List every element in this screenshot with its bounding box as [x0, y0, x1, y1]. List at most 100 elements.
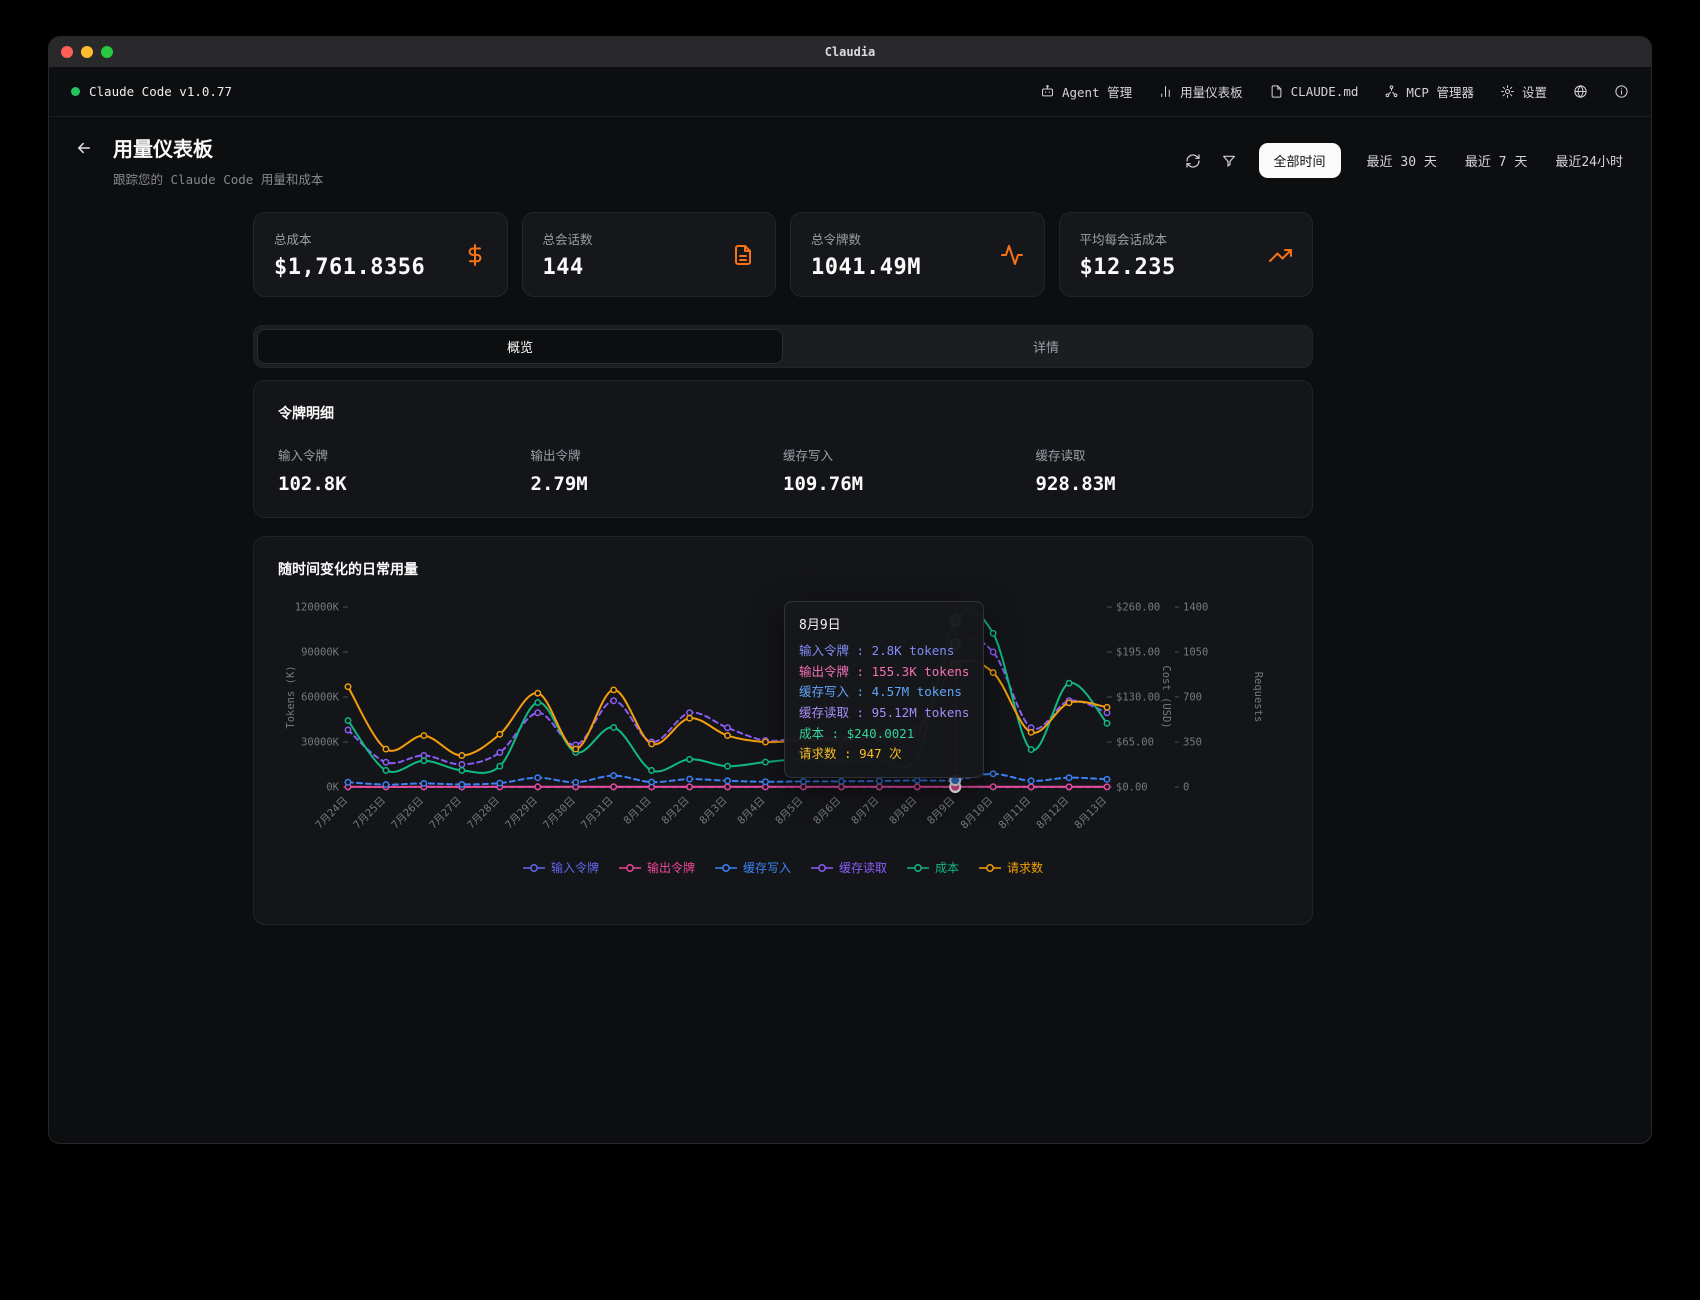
minimize-window-button[interactable]: [81, 46, 93, 58]
usage-chart[interactable]: 0K30000K60000K90000K120000K$0.00$65.00$1…: [278, 595, 1288, 847]
usage-chart-card: 随时间变化的日常用量 0K30000K60000K90000K120000K$0…: [253, 536, 1313, 925]
page-header: 用量仪表板 跟踪您的 Claude Code 用量和成本 全部时间 最近 30 …: [49, 117, 1651, 200]
x-axis-tick-label: 8月11日: [996, 795, 1033, 832]
token-item-output: 输出令牌 2.79M: [531, 445, 784, 495]
nav-label: 用量仪表板: [1180, 82, 1243, 101]
series-point-cost: [990, 631, 995, 636]
tooltip-row-cost: 成本 : $240.0021: [799, 724, 969, 745]
series-point-output-tokens: [687, 784, 692, 789]
left-axis-tick-label: 60000K: [301, 692, 340, 704]
traffic-lights: [49, 46, 113, 58]
token-label: 输出令牌: [531, 445, 784, 464]
legend-item-cost[interactable]: 成本: [907, 859, 959, 876]
x-axis-tick-label: 7月28日: [465, 795, 502, 832]
time-range-30d[interactable]: 最近 30 天: [1365, 143, 1439, 178]
tab-overview[interactable]: 概览: [257, 329, 783, 364]
series-point-output-tokens: [725, 784, 730, 789]
x-axis-tick-label: 8月3日: [697, 795, 729, 827]
close-window-button[interactable]: [61, 46, 73, 58]
nav-item-mcp-manager[interactable]: MCP 管理器: [1384, 82, 1474, 101]
refresh-button[interactable]: [1185, 153, 1201, 169]
arrow-left-icon: [75, 145, 93, 160]
filter-button[interactable]: [1221, 153, 1237, 169]
series-point-cache-write: [573, 780, 578, 785]
series-point-cost: [1104, 721, 1109, 726]
series-point-cost: [497, 764, 502, 769]
series-point-cache-write: [421, 781, 426, 786]
cost-axis-title: Cost (USD): [1160, 665, 1172, 728]
series-point-cache-write: [1028, 778, 1033, 783]
nav-label: 设置: [1522, 82, 1547, 101]
series-point-cache-write: [611, 773, 616, 778]
requests-axis-title: Requests: [1252, 672, 1264, 723]
titlebar: Claudia: [49, 37, 1651, 67]
main-content: 总成本 $1,761.8356 总会话数 144 总令牌数 1041.49M: [49, 200, 1651, 1143]
legend-label: 缓存写入: [743, 859, 791, 876]
nav-item-usage-dashboard[interactable]: 用量仪表板: [1158, 82, 1243, 101]
left-axis-tick-label: 30000K: [301, 737, 340, 749]
series-point-requests: [725, 733, 730, 738]
token-value: 2.79M: [531, 473, 784, 495]
series-point-requests: [345, 684, 350, 689]
series-point-cache-write: [649, 779, 654, 784]
nav-item-settings[interactable]: 设置: [1500, 82, 1547, 101]
info-icon[interactable]: [1614, 84, 1629, 99]
bar-chart-icon: [1158, 84, 1173, 99]
cost-axis-tick-label: $260.00: [1116, 602, 1160, 614]
series-point-cache-write: [687, 776, 692, 781]
series-point-cache-read: [345, 727, 350, 732]
series-point-cache-read: [611, 698, 616, 703]
series-point-output-tokens: [990, 784, 995, 789]
stat-label: 总成本: [274, 229, 425, 248]
series-point-requests: [1104, 705, 1109, 710]
x-axis-tick-label: 8月7日: [849, 795, 881, 827]
series-point-output-tokens: [1066, 784, 1071, 789]
back-button[interactable]: [75, 139, 93, 160]
time-range-all[interactable]: 全部时间: [1259, 143, 1341, 178]
zoom-window-button[interactable]: [101, 46, 113, 58]
token-item-cache-write: 缓存写入 109.76M: [783, 445, 1036, 495]
legend-item-output[interactable]: 输出令牌: [619, 859, 695, 876]
cost-axis-tick-label: $65.00: [1116, 737, 1154, 749]
legend-item-cache-write[interactable]: 缓存写入: [715, 859, 791, 876]
series-point-cache-write: [535, 775, 540, 780]
filter-icon: [1221, 153, 1237, 169]
series-point-cache-write: [1066, 775, 1071, 780]
x-axis-tick-label: 8月1日: [621, 795, 653, 827]
series-point-requests: [459, 753, 464, 758]
time-range-7d[interactable]: 最近 7 天: [1463, 143, 1529, 178]
series-point-cost: [459, 768, 464, 773]
legend-marker-icon: [715, 863, 737, 873]
tooltip-row-cache-read: 缓存读取 : 95.12M tokens: [799, 703, 969, 724]
tab-details[interactable]: 详情: [783, 329, 1309, 364]
legend-item-input[interactable]: 输入令牌: [523, 859, 599, 876]
series-point-cache-read: [687, 710, 692, 715]
series-point-output-tokens: [915, 784, 920, 789]
nav-label: CLAUDE.md: [1291, 84, 1359, 99]
series-point-cache-write: [345, 780, 350, 785]
series-point-requests: [1028, 730, 1033, 735]
series-point-requests: [421, 733, 426, 738]
series-point-requests: [573, 746, 578, 751]
series-point-output-tokens: [877, 784, 882, 789]
series-point-requests: [497, 732, 502, 737]
legend-item-requests[interactable]: 请求数: [979, 859, 1043, 876]
series-point-requests: [1066, 700, 1071, 705]
x-axis-tick-label: 7月26日: [389, 795, 426, 832]
series-point-output-tokens: [611, 784, 616, 789]
nav-item-agents[interactable]: Agent 管理: [1040, 82, 1132, 101]
series-point-cache-write: [877, 778, 882, 783]
time-range-24h[interactable]: 最近24小时: [1553, 143, 1625, 178]
activity-icon: [1000, 243, 1024, 267]
token-breakdown-card: 令牌明细 输入令牌 102.8K 输出令牌 2.79M 缓存写入 109.76M: [253, 380, 1313, 518]
series-point-cost: [345, 718, 350, 723]
series-point-cost: [763, 759, 768, 764]
tooltip-row-requests: 请求数 : 947 次: [799, 744, 969, 765]
series-point-cost: [649, 768, 654, 773]
legend-item-cache-read[interactable]: 缓存读取: [811, 859, 887, 876]
nav-item-claude-md[interactable]: CLAUDE.md: [1269, 84, 1359, 99]
globe-icon[interactable]: [1573, 84, 1588, 99]
cost-axis-tick-label: $130.00: [1116, 692, 1160, 704]
series-point-cache-write: [839, 779, 844, 784]
time-range-group: 全部时间 最近 30 天 最近 7 天 最近24小时: [1259, 143, 1625, 178]
